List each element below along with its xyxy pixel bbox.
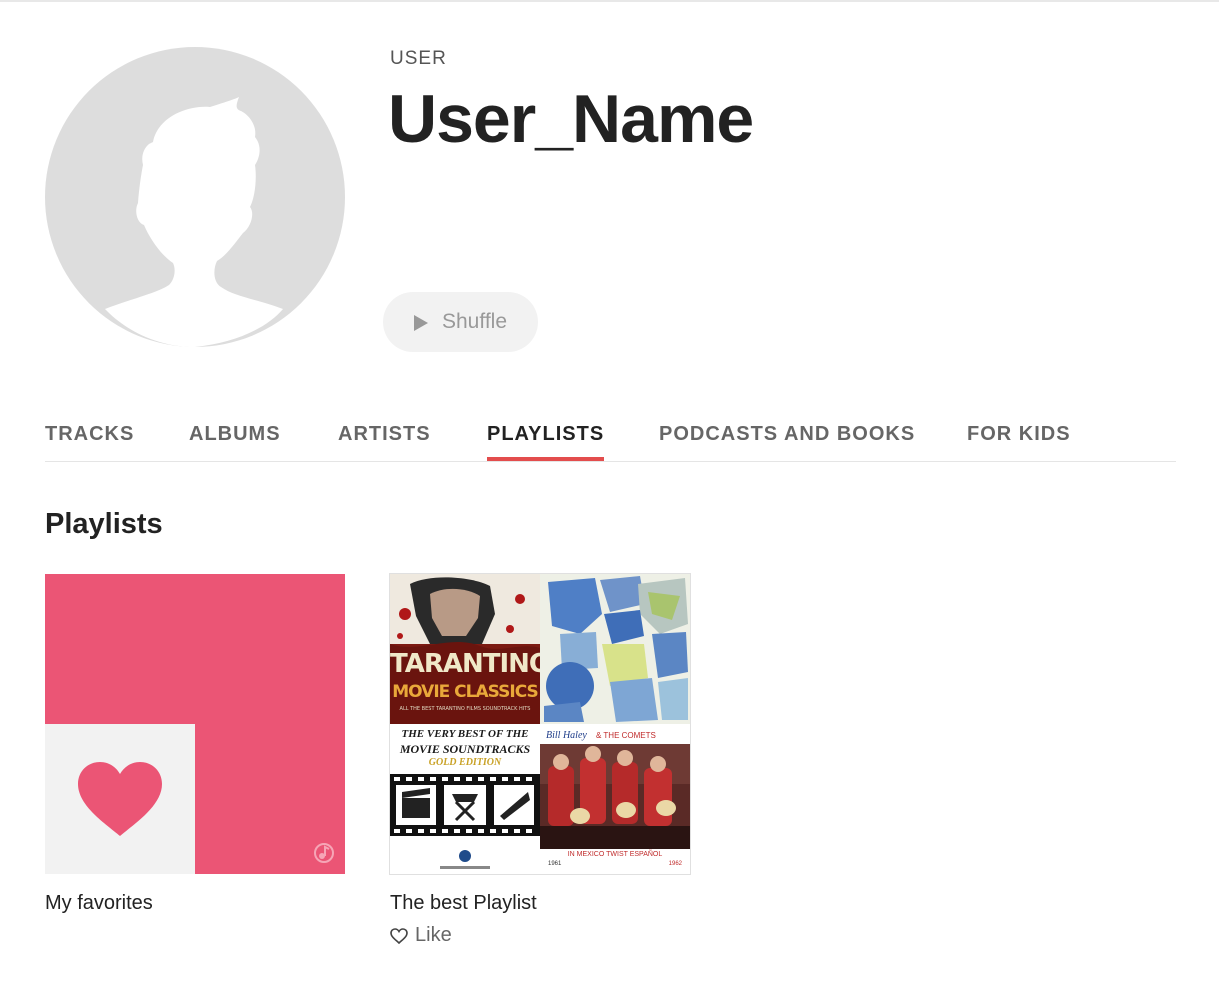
like-button[interactable]: Like xyxy=(390,924,452,947)
shuffle-label: Shuffle xyxy=(442,310,507,333)
tarantino-tagline: ALL THE BEST TARANTINO FILMS SOUNDTRACK … xyxy=(399,706,531,712)
playlist-title-the-best-playlist[interactable]: The best Playlist xyxy=(390,892,537,915)
tarantino-title: TARANTINO xyxy=(390,649,540,679)
abstract-cover-art xyxy=(540,574,690,724)
user-silhouette-icon xyxy=(45,47,345,347)
soundtracks-line1: THE VERY BEST OF THE xyxy=(401,728,529,740)
top-divider xyxy=(0,0,1219,2)
tab-artists[interactable]: ARTISTS xyxy=(338,423,431,460)
shuffle-button[interactable]: Shuffle xyxy=(383,292,538,352)
haley-year-start: 1961 xyxy=(548,861,562,867)
tab-podcasts-and-books[interactable]: PODCASTS AND BOOKS xyxy=(659,423,915,460)
tab-tracks[interactable]: TRACKS xyxy=(45,423,134,460)
album-cover-movie-soundtracks: THE VERY BEST OF THE MOVIE SOUNDTRACKS G… xyxy=(390,724,540,874)
haley-band-photo xyxy=(540,744,690,849)
film-strip-art xyxy=(390,774,540,869)
playlist-cover-my-favorites[interactable] xyxy=(45,574,345,874)
tab-bar: TRACKS ALBUMS ARTISTS PLAYLISTS PODCASTS… xyxy=(45,420,1176,462)
music-note-icon xyxy=(314,843,334,863)
haley-artist: Bill Haley xyxy=(546,730,587,741)
heart-outline-icon xyxy=(390,927,408,944)
play-icon xyxy=(414,315,428,331)
haley-band: & THE COMETS xyxy=(596,731,656,740)
page-title: User_Name xyxy=(388,81,754,157)
soundtracks-line3: GOLD EDITION xyxy=(428,757,502,768)
tab-for-kids[interactable]: FOR KIDS xyxy=(967,423,1071,460)
section-title: Playlists xyxy=(45,508,163,540)
profile-kind-label: USER xyxy=(390,48,447,69)
soundtracks-line2: MOVIE SOUNDTRACKS xyxy=(399,742,531,756)
playlist-cover-the-best-playlist[interactable]: TARANTINO MOVIE CLASSICS ALL THE BEST TA… xyxy=(389,573,691,875)
heart-icon xyxy=(78,762,162,836)
album-cover-bill-haley: Bill Haley & THE COMETS IN MEXICO TWIST … xyxy=(540,724,690,874)
tab-playlists[interactable]: PLAYLISTS xyxy=(487,423,605,461)
favorites-inner-panel xyxy=(45,724,195,874)
haley-subtitle: IN MEXICO TWIST ESPAÑOL xyxy=(567,851,663,858)
avatar xyxy=(45,47,345,347)
like-label: Like xyxy=(415,924,452,946)
playlist-title-my-favorites[interactable]: My favorites xyxy=(45,892,153,915)
tarantino-subtitle: MOVIE CLASSICS xyxy=(392,682,538,702)
album-cover-abstract xyxy=(540,574,690,724)
haley-year-end: 1962 xyxy=(668,861,682,867)
tab-albums[interactable]: ALBUMS xyxy=(189,423,281,460)
album-cover-tarantino: TARANTINO MOVIE CLASSICS ALL THE BEST TA… xyxy=(390,574,540,724)
